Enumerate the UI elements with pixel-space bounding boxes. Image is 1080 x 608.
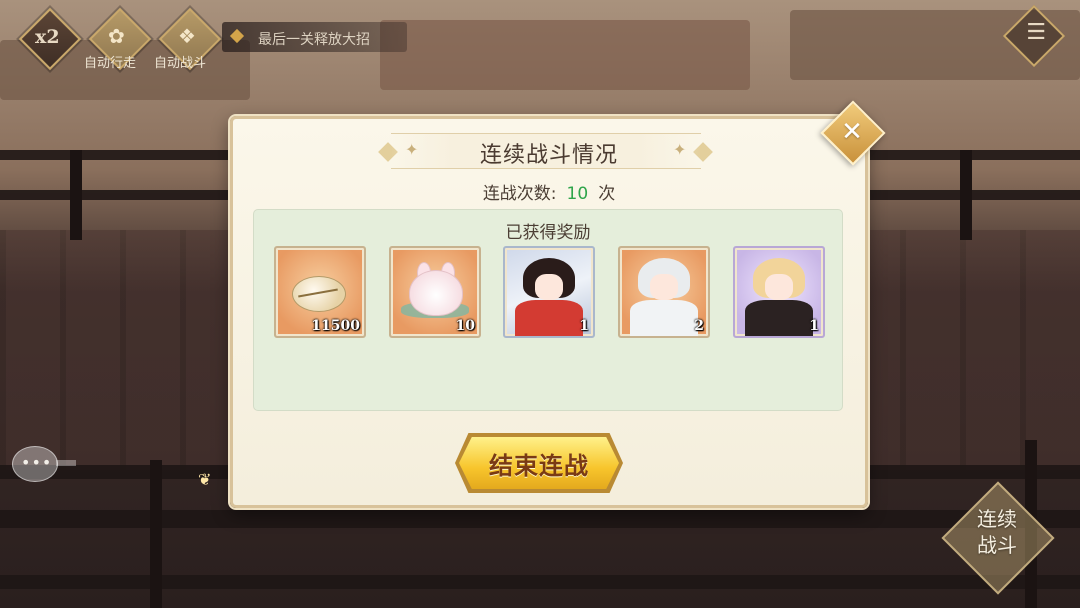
speed-label: x2 xyxy=(35,26,60,48)
battle-count-value: 10 xyxy=(566,184,589,204)
character-outfit xyxy=(515,300,583,336)
flower-icon: ❖ xyxy=(178,24,196,48)
chat-icon: ••• xyxy=(21,453,53,472)
end-continuous-battle-button[interactable]: 结束连战 xyxy=(459,437,619,489)
reward-quantity: 1 xyxy=(579,318,589,334)
reward-quantity: 1 xyxy=(809,318,819,334)
reward-item[interactable]: 1 xyxy=(733,246,825,338)
background-railing xyxy=(0,510,1080,528)
character-outfit xyxy=(745,300,813,336)
reward-quantity: 2 xyxy=(694,318,704,334)
character-face xyxy=(765,274,793,300)
background-roof xyxy=(380,20,750,90)
footprint-icon: ✿ xyxy=(108,24,125,48)
continuous-battle-label: 连续战斗 xyxy=(977,507,1017,557)
menu-icon: ☰ xyxy=(1026,20,1046,45)
chat-strip xyxy=(56,460,76,466)
reward-quantity: 10 xyxy=(455,318,475,334)
background-post xyxy=(70,150,82,240)
character-face xyxy=(535,274,563,300)
bunny-item-icon xyxy=(409,270,463,316)
reward-quantity: 11500 xyxy=(311,318,360,334)
battle-count-row: 连战次数: 10 次 xyxy=(233,179,865,204)
reward-item[interactable]: 11500 xyxy=(274,246,366,338)
rewards-panel: 已获得奖励 11500 10 1 2 1 xyxy=(253,209,843,411)
battle-count-label: 连战次数: xyxy=(482,184,557,204)
background-post xyxy=(150,460,162,608)
auto-move-label: 自动行走 xyxy=(84,56,137,71)
reward-item[interactable]: 1 xyxy=(503,246,595,338)
butterfly-icon: ❦ xyxy=(198,470,212,489)
background-post xyxy=(960,150,972,240)
reward-item[interactable]: 2 xyxy=(618,246,710,338)
auto-battle-label: 自动战斗 xyxy=(154,56,207,71)
close-icon: ✕ xyxy=(841,117,863,147)
character-outfit xyxy=(630,300,698,336)
end-button-label: 结束连战 xyxy=(489,451,589,480)
reward-item[interactable]: 10 xyxy=(389,246,481,338)
dialog-title: 连续战斗情况 xyxy=(479,143,618,168)
rewards-title: 已获得奖励 xyxy=(505,223,591,243)
battle-count-unit: 次 xyxy=(598,184,616,204)
continuous-battle-dialog: ✦ ✦ 连续战斗情况 连战次数: 10 次 已获得奖励 11500 10 1 2… xyxy=(230,116,868,508)
hint-text: 最后一关释放大招 xyxy=(258,32,370,48)
background-railing xyxy=(0,575,1080,589)
character-face xyxy=(650,274,678,300)
